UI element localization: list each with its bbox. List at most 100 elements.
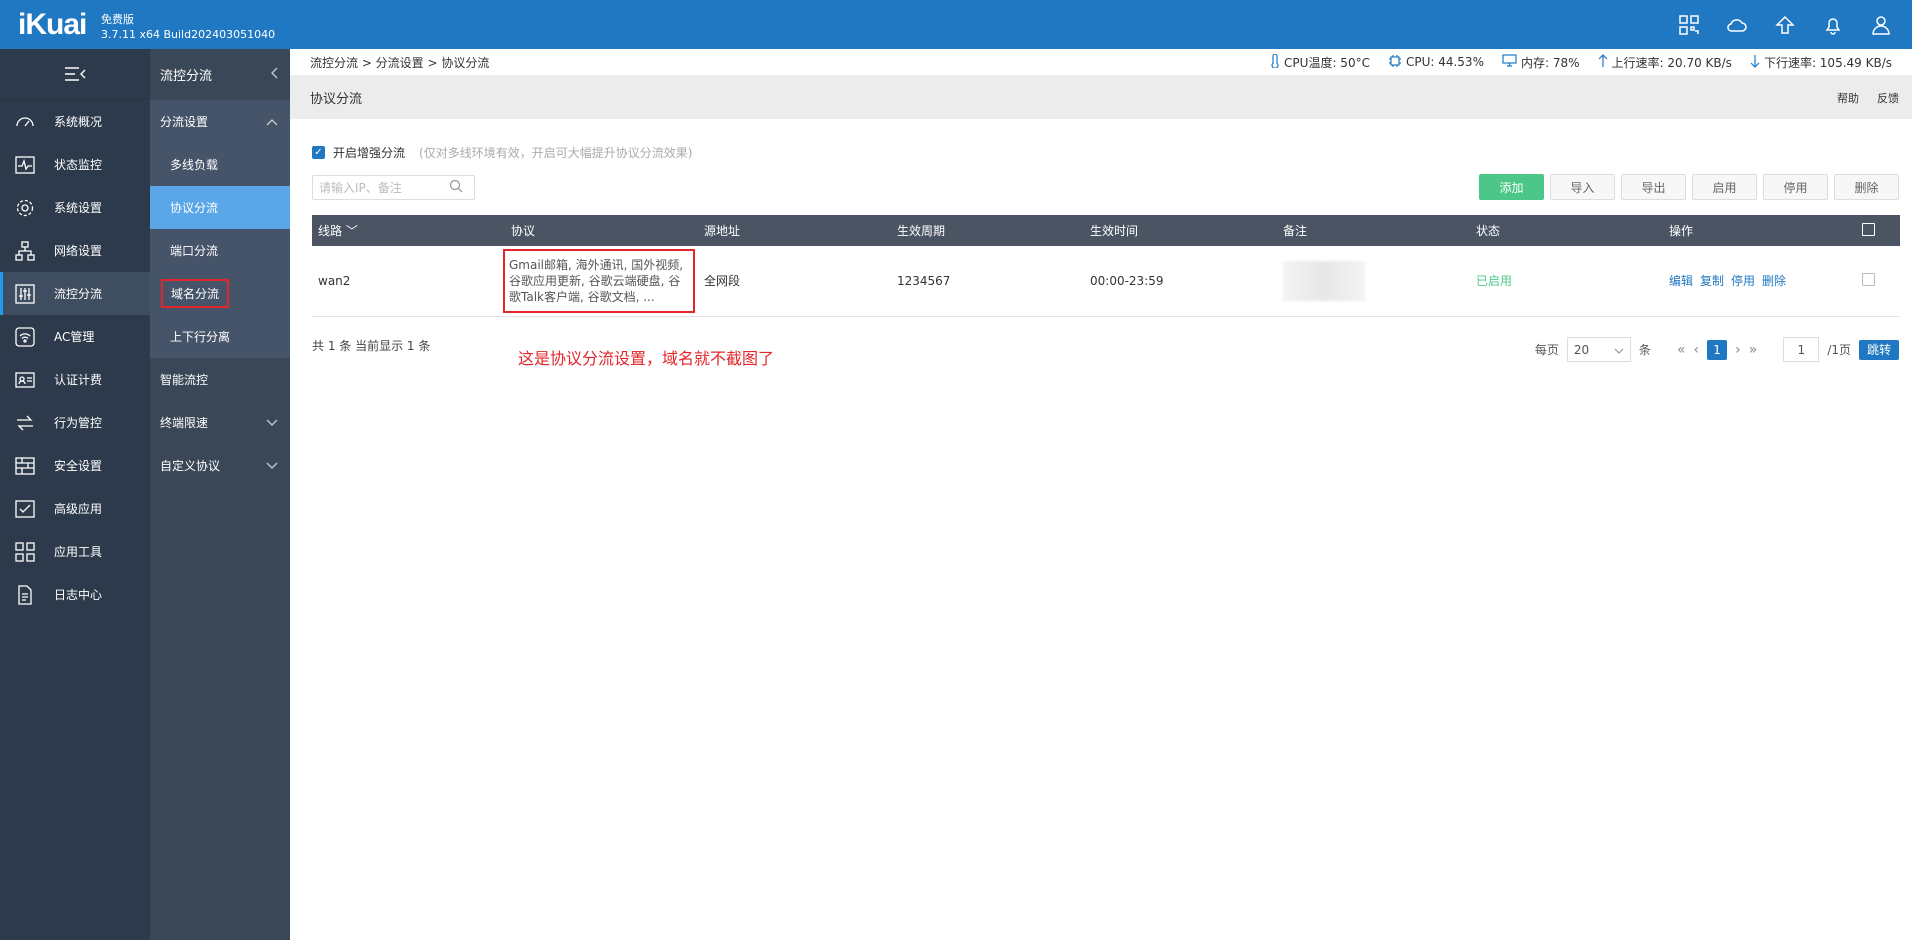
- sidebar-item-label: 流控分流: [54, 287, 103, 301]
- collapse-left-icon[interactable]: [270, 67, 278, 83]
- help-link[interactable]: 帮助: [1837, 90, 1859, 106]
- cell-remark: [1277, 246, 1470, 317]
- document-icon: [14, 584, 36, 606]
- user-icon[interactable]: [1870, 14, 1892, 36]
- arrow-down-icon: [1750, 54, 1760, 71]
- sidebar-item-monitor[interactable]: 状态监控: [0, 143, 150, 186]
- blurred-remark: [1283, 260, 1365, 301]
- sidebar-item-overview[interactable]: 系统概况: [0, 100, 150, 143]
- bell-icon[interactable]: [1822, 14, 1844, 36]
- rules-table: 线路 ﹀ 协议 源地址 生效周期 生效时间 备注 状态 操作 wan2 Gmai…: [312, 215, 1900, 317]
- wifi-icon: [14, 326, 36, 348]
- sidebar-item-label: 系统设置: [54, 201, 103, 215]
- cell-time: 00:00-23:59: [1084, 246, 1277, 317]
- memory-usage: 内存: 78%: [1520, 55, 1580, 70]
- page-input[interactable]: 1: [1783, 337, 1820, 362]
- network-icon: [14, 240, 36, 262]
- sidebar-item-auth[interactable]: 认证计费: [0, 358, 150, 401]
- col-source: 源地址: [698, 215, 891, 246]
- apps-icon[interactable]: [1678, 14, 1700, 36]
- toolbar: 添加 导入 导出 启用 停用 删除: [1479, 174, 1899, 200]
- sidebar-item-security[interactable]: 安全设置: [0, 444, 150, 487]
- add-button[interactable]: 添加: [1479, 174, 1544, 200]
- search-input[interactable]: [319, 180, 449, 195]
- page-title: 协议分流: [310, 92, 363, 107]
- col-period: 生效周期: [891, 215, 1084, 246]
- jump-button[interactable]: 跳转: [1859, 339, 1899, 360]
- sidebar-item-advanced[interactable]: 高级应用: [0, 487, 150, 530]
- subnav-item-multiline[interactable]: 多线负载: [150, 143, 290, 186]
- edit-link[interactable]: 编辑: [1669, 274, 1693, 288]
- ikuai-logo: iKuai: [18, 8, 87, 41]
- subnav-group-terminal[interactable]: 终端限速: [150, 401, 290, 444]
- subnav-item-protocol[interactable]: 协议分流: [150, 186, 290, 229]
- col-line[interactable]: 线路 ﹀: [312, 215, 505, 246]
- delete-button[interactable]: 删除: [1834, 174, 1899, 200]
- top-header: iKuai 免费版 3.7.11 x64 Build202403051040: [0, 0, 1912, 49]
- first-page-icon[interactable]: «: [1677, 342, 1686, 358]
- sidebar-item-label: 行为管控: [54, 416, 103, 430]
- menu-toggle[interactable]: [0, 49, 150, 100]
- select-all-checkbox[interactable]: [1862, 222, 1875, 236]
- sidebar-item-flow[interactable]: 流控分流: [0, 272, 150, 315]
- cell-protocol: Gmail邮箱, 海外通讯, 国外视频, 谷歌应用更新, 谷歌云端硬盘, 谷歌T…: [503, 246, 698, 317]
- search-icon[interactable]: [449, 179, 463, 196]
- prev-page-icon[interactable]: ‹: [1694, 342, 1700, 358]
- sidebar-item-behavior[interactable]: 行为管控: [0, 401, 150, 444]
- sidebar-item-tools[interactable]: 应用工具: [0, 530, 150, 573]
- pagination: 每页 20 条 « ‹ 1 › » 1 /1页 跳转: [1535, 337, 1899, 362]
- system-stats: CPU温度: 50°C CPU: 44.53% 内存: 78% 上行速率: 20…: [1270, 52, 1892, 71]
- subnav-group-smart[interactable]: 智能流控: [150, 358, 290, 401]
- enable-button[interactable]: 启用: [1692, 174, 1757, 200]
- main-content: 流控分流 > 分流设置 > 协议分流 CPU温度: 50°C CPU: 44.5…: [290, 49, 1912, 940]
- per-page-unit: 条: [1638, 343, 1651, 357]
- copy-link[interactable]: 复制: [1700, 274, 1724, 288]
- grid-icon: [14, 541, 36, 563]
- chevron-up-icon: [266, 115, 278, 129]
- disable-button[interactable]: 停用: [1763, 174, 1828, 200]
- sidebar-item-ac[interactable]: AC管理: [0, 315, 150, 358]
- delete-link[interactable]: 删除: [1762, 274, 1786, 288]
- subnav-item-domain[interactable]: 域名分流: [150, 272, 290, 315]
- row-checkbox[interactable]: [1862, 272, 1875, 286]
- sidebar-item-logs[interactable]: 日志中心: [0, 573, 150, 616]
- subnav-item-updown[interactable]: 上下行分离: [150, 315, 290, 358]
- total-pages: /1页: [1827, 343, 1851, 357]
- import-button[interactable]: 导入: [1550, 174, 1615, 200]
- breadcrumb: 流控分流 > 分流设置 > 协议分流: [310, 55, 490, 70]
- subnav-item-port[interactable]: 端口分流: [150, 229, 290, 272]
- col-select-all[interactable]: [1856, 215, 1900, 246]
- version-info: 免费版 3.7.11 x64 Build202403051040: [101, 12, 275, 42]
- subnav-group-split[interactable]: 分流设置: [150, 100, 290, 143]
- enhance-hint: (仅对多线环境有效，开启可大幅提升协议分流效果): [419, 146, 693, 160]
- sort-chevron-icon[interactable]: ﹀: [346, 224, 358, 238]
- cell-period: 1234567: [891, 246, 1084, 317]
- table-summary: 共 1 条 当前显示 1 条: [312, 339, 431, 353]
- annotation-note: 这是协议分流设置，域名就不截图了: [518, 349, 775, 368]
- cloud-icon[interactable]: [1726, 14, 1748, 36]
- col-protocol: 协议: [505, 215, 698, 246]
- subnav-item-label: 多线负载: [170, 158, 219, 172]
- next-page-icon[interactable]: ›: [1735, 342, 1741, 358]
- upgrade-icon[interactable]: [1774, 14, 1796, 36]
- per-page-select[interactable]: 20: [1566, 337, 1631, 362]
- sidebar-item-system[interactable]: 系统设置: [0, 186, 150, 229]
- chevron-down-icon: [266, 459, 278, 473]
- last-page-icon[interactable]: »: [1749, 342, 1758, 358]
- check-box-icon: [14, 498, 36, 520]
- col-ops: 操作: [1663, 215, 1856, 246]
- feedback-link[interactable]: 反馈: [1877, 90, 1899, 106]
- arrows-icon: [14, 412, 36, 434]
- monitor-icon: [1502, 54, 1517, 70]
- enhance-checkbox[interactable]: ✓: [312, 146, 325, 159]
- subnav-group-custom[interactable]: 自定义协议: [150, 444, 290, 487]
- disable-link[interactable]: 停用: [1731, 274, 1755, 288]
- sidebar-item-label: 系统概况: [54, 115, 103, 129]
- sidebar-item-network[interactable]: 网络设置: [0, 229, 150, 272]
- subnav-item-label: 协议分流: [170, 201, 219, 215]
- menu-collapse-icon: [65, 67, 86, 81]
- page-number-1[interactable]: 1: [1707, 339, 1728, 360]
- export-button[interactable]: 导出: [1621, 174, 1686, 200]
- table-row: wan2 Gmail邮箱, 海外通讯, 国外视频, 谷歌应用更新, 谷歌云端硬盘…: [312, 246, 1900, 317]
- col-status: 状态: [1470, 215, 1663, 246]
